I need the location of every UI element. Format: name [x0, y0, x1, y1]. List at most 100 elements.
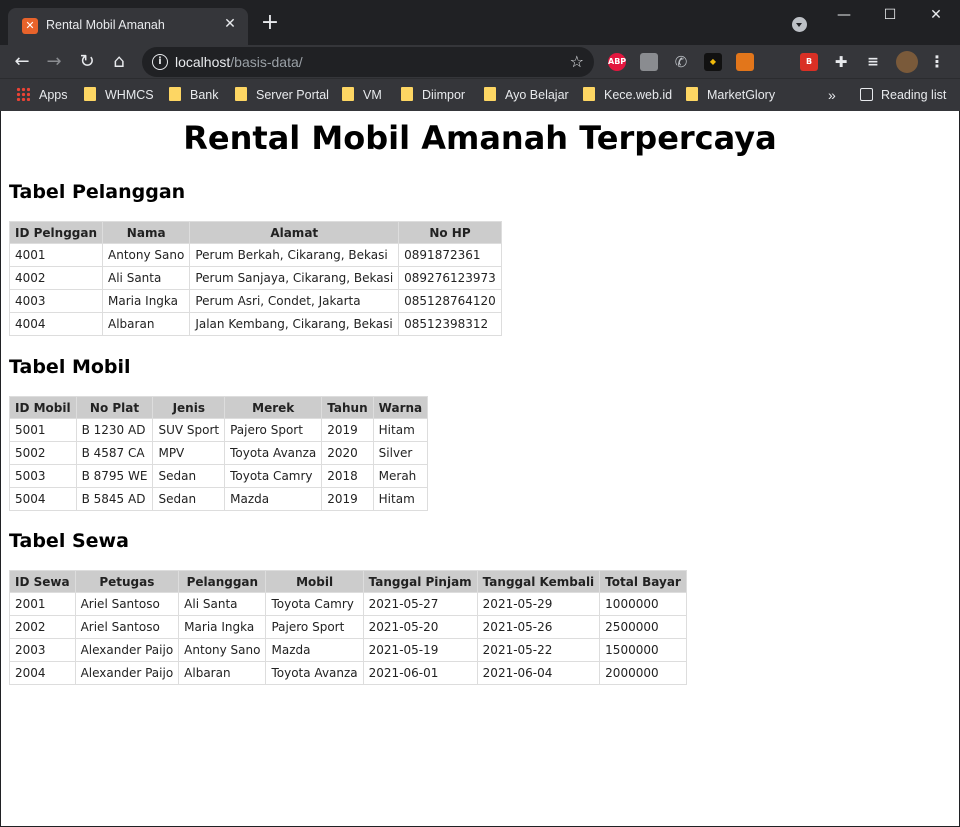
column-header: No HP	[398, 221, 502, 244]
column-header: Nama	[102, 221, 191, 244]
column-header: Jenis	[152, 396, 226, 419]
table-cell: Merah	[372, 464, 429, 488]
page-title: Rental Mobil Amanah Terpercaya	[183, 119, 777, 157]
table-cell: 2021-05-22	[476, 638, 601, 662]
bookmark-label: Diimpor	[422, 88, 466, 102]
close-window-button[interactable]: ✕	[913, 0, 959, 30]
maximize-button[interactable]: ☐	[867, 0, 913, 30]
folder-icon	[342, 87, 354, 101]
table-row: 2004 Alexander Paijo Albaran Toyota Avanza 2…	[9, 661, 687, 685]
table-cell: 2019	[321, 487, 374, 511]
bookmark-label: Bank	[190, 88, 219, 102]
bookmark-diimpor[interactable]: Diimpor	[401, 86, 465, 104]
extension-b-icon[interactable]: B	[800, 53, 818, 71]
table-cell: Albaran	[178, 661, 267, 685]
table-cell: 2004	[9, 661, 76, 685]
table-cell: 5004	[9, 487, 77, 511]
site-info-icon[interactable]: i	[152, 54, 168, 70]
bookmark-marketglory[interactable]: MarketGlory	[686, 86, 775, 104]
table-header-row: ID Pelnggan Nama Alamat No HP	[8, 221, 502, 244]
home-icon[interactable]: ⌂	[107, 50, 131, 74]
table-cell: Albaran	[102, 312, 191, 336]
table-cell: Maria Ingka	[178, 615, 267, 639]
table-cell: 5003	[9, 464, 77, 488]
folder-icon	[583, 87, 595, 101]
section-heading-sewa: Tabel Sewa	[9, 530, 129, 552]
table-row: 4001 Antony Sano Perum Berkah, Cikarang, B…	[8, 243, 502, 267]
table-cell: Perum Sanjaya, Cikarang, Bekasi	[189, 266, 400, 290]
table-sewa: ID Sewa Petugas Pelanggan Mobil Tanggal Pinj…	[9, 570, 687, 685]
table-cell: 4003	[8, 289, 104, 313]
back-arrow-icon[interactable]: ←	[10, 50, 34, 74]
table-cell: 2500000	[599, 615, 687, 639]
table-cell: Silver	[372, 441, 429, 465]
table-cell: 5002	[9, 441, 77, 465]
table-cell: Toyota Avanza	[224, 441, 323, 465]
profile-avatar[interactable]	[896, 51, 918, 73]
table-cell: 2021-05-29	[476, 592, 601, 616]
bookmark-apps[interactable]: Apps	[16, 86, 68, 104]
table-cell: Ali Santa	[178, 592, 267, 616]
url-host: localhost	[175, 54, 231, 70]
table-cell: 2001	[9, 592, 76, 616]
metamask-fox-icon[interactable]	[736, 53, 754, 71]
table-row: 4002 Ali Santa Perum Sanjaya, Cikarang, Be…	[8, 266, 502, 290]
bookmark-kece-web-id[interactable]: Kece.web.id	[583, 86, 672, 104]
folder-icon	[84, 87, 96, 101]
phone-icon[interactable]: ✆	[672, 53, 690, 71]
bookmark-label: Apps	[39, 88, 68, 102]
column-header: ID Pelnggan	[8, 221, 104, 244]
table-cell: 08512398312	[398, 312, 502, 336]
tab-search-icon[interactable]	[792, 17, 807, 32]
reading-list-icon	[860, 88, 873, 101]
bookmark-label: MarketGlory	[707, 88, 776, 102]
bookmark-label: WHMCS	[105, 88, 154, 102]
adblock-plus-icon[interactable]: ABP	[608, 53, 626, 71]
table-cell: 4004	[8, 312, 104, 336]
title-bar: ✕ Rental Mobil Amanah ✕ + — ☐ ✕	[0, 0, 960, 45]
forward-arrow-icon[interactable]: →	[42, 50, 66, 74]
table-cell: 2018	[321, 464, 374, 488]
table-cell: Sedan	[152, 464, 226, 488]
browser-chrome: ✕ Rental Mobil Amanah ✕ + — ☐ ✕ ← → ↻ ⌂ …	[0, 0, 960, 112]
bookmark-star-icon[interactable]: ☆	[570, 52, 584, 71]
table-cell: Antony Sano	[178, 638, 267, 662]
reading-list-button[interactable]: Reading list	[860, 86, 946, 104]
bookmark-label: Kece.web.id	[604, 88, 673, 102]
table-mobil: ID Mobil No Plat Jenis Merek Tahun Warna 5001…	[9, 396, 429, 511]
menu-kebab-icon[interactable]: ⋮	[928, 53, 946, 71]
table-row: 5003 B 8795 WE Sedan Toyota Camry 2018 Merah	[9, 464, 429, 488]
extensions-puzzle-icon[interactable]: ✚	[832, 53, 850, 71]
table-cell: Jalan Kembang, Cikarang, Bekasi	[189, 312, 400, 336]
table-cell: Pajero Sport	[224, 418, 323, 442]
table-cell: Sedan	[152, 487, 226, 511]
minimize-button[interactable]: —	[821, 0, 867, 30]
url-text[interactable]: localhost/basis-data/	[175, 54, 303, 70]
more-bookmarks-button[interactable]: »	[828, 86, 836, 104]
table-row: 5004 B 5845 AD Sedan Mazda 2019 Hitam	[9, 487, 429, 511]
bookmark-vm[interactable]: VM	[342, 86, 382, 104]
browser-tab[interactable]: ✕ Rental Mobil Amanah ✕	[8, 8, 248, 45]
bookmark-bank[interactable]: Bank	[169, 86, 219, 104]
reload-icon[interactable]: ↻	[75, 50, 99, 74]
camera-icon[interactable]	[640, 53, 658, 71]
bookmark-whmcs[interactable]: WHMCS	[84, 86, 154, 104]
reading-list-label: Reading list	[881, 88, 947, 102]
table-cell: 2019	[321, 418, 374, 442]
folder-icon	[401, 87, 413, 101]
table-row: 5002 B 4587 CA MPV Toyota Avanza 2020 Silver	[9, 441, 429, 465]
table-cell: Toyota Camry	[265, 592, 364, 616]
bookmark-ayo-belajar[interactable]: Ayo Belajar	[484, 86, 569, 104]
address-bar[interactable]: i localhost/basis-data/ ☆	[142, 47, 594, 77]
media-playlist-icon[interactable]: ≡	[864, 53, 882, 71]
bookmark-server-portal[interactable]: Server Portal	[235, 86, 329, 104]
bookmark-label: VM	[363, 88, 382, 102]
close-tab-icon[interactable]: ✕	[220, 14, 240, 34]
column-header: Alamat	[189, 221, 400, 244]
table-cell: Perum Asri, Condet, Jakarta	[189, 289, 400, 313]
table-cell: MPV	[152, 441, 226, 465]
browser-toolbar: ← → ↻ ⌂ i localhost/basis-data/ ☆ ABP ✆ …	[0, 45, 960, 78]
binance-wallet-icon[interactable]: ◆	[704, 53, 722, 71]
new-tab-button[interactable]: +	[258, 12, 282, 34]
folder-icon	[169, 87, 181, 101]
